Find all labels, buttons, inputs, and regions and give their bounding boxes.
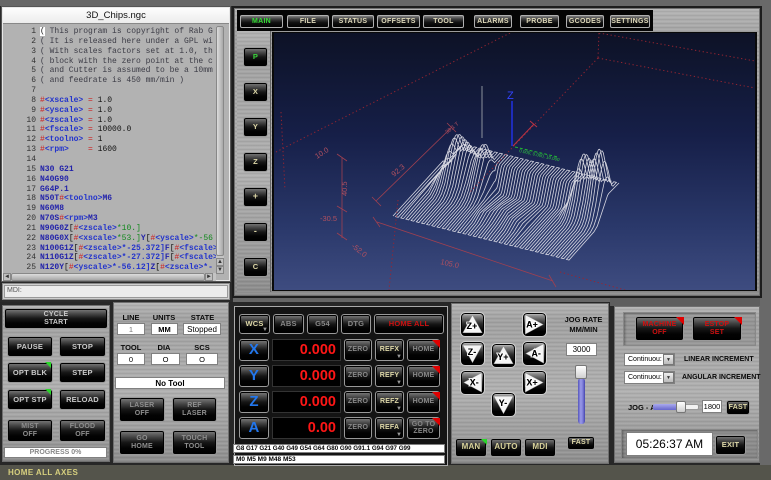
svg-text:10.0: 10.0 [313, 145, 330, 161]
svg-text:A+: A+ [526, 320, 538, 330]
svg-text:-30.5: -30.5 [320, 214, 337, 223]
svg-text:A-: A- [532, 349, 542, 359]
svg-text:105.0: 105.0 [440, 257, 460, 270]
svg-text:92.3: 92.3 [390, 162, 407, 178]
svg-text:Z: Z [507, 90, 514, 102]
svg-text:-52.0: -52.0 [350, 241, 369, 259]
svg-text:40.5: 40.5 [340, 181, 349, 196]
svg-text:X-: X- [470, 378, 479, 388]
svg-text:Z-: Z- [468, 347, 477, 357]
svg-text:Z+: Z+ [467, 321, 478, 331]
svg-text:X+: X+ [527, 378, 538, 388]
svg-text:Y+: Y+ [497, 352, 508, 362]
svg-text:Y-: Y- [499, 398, 508, 408]
